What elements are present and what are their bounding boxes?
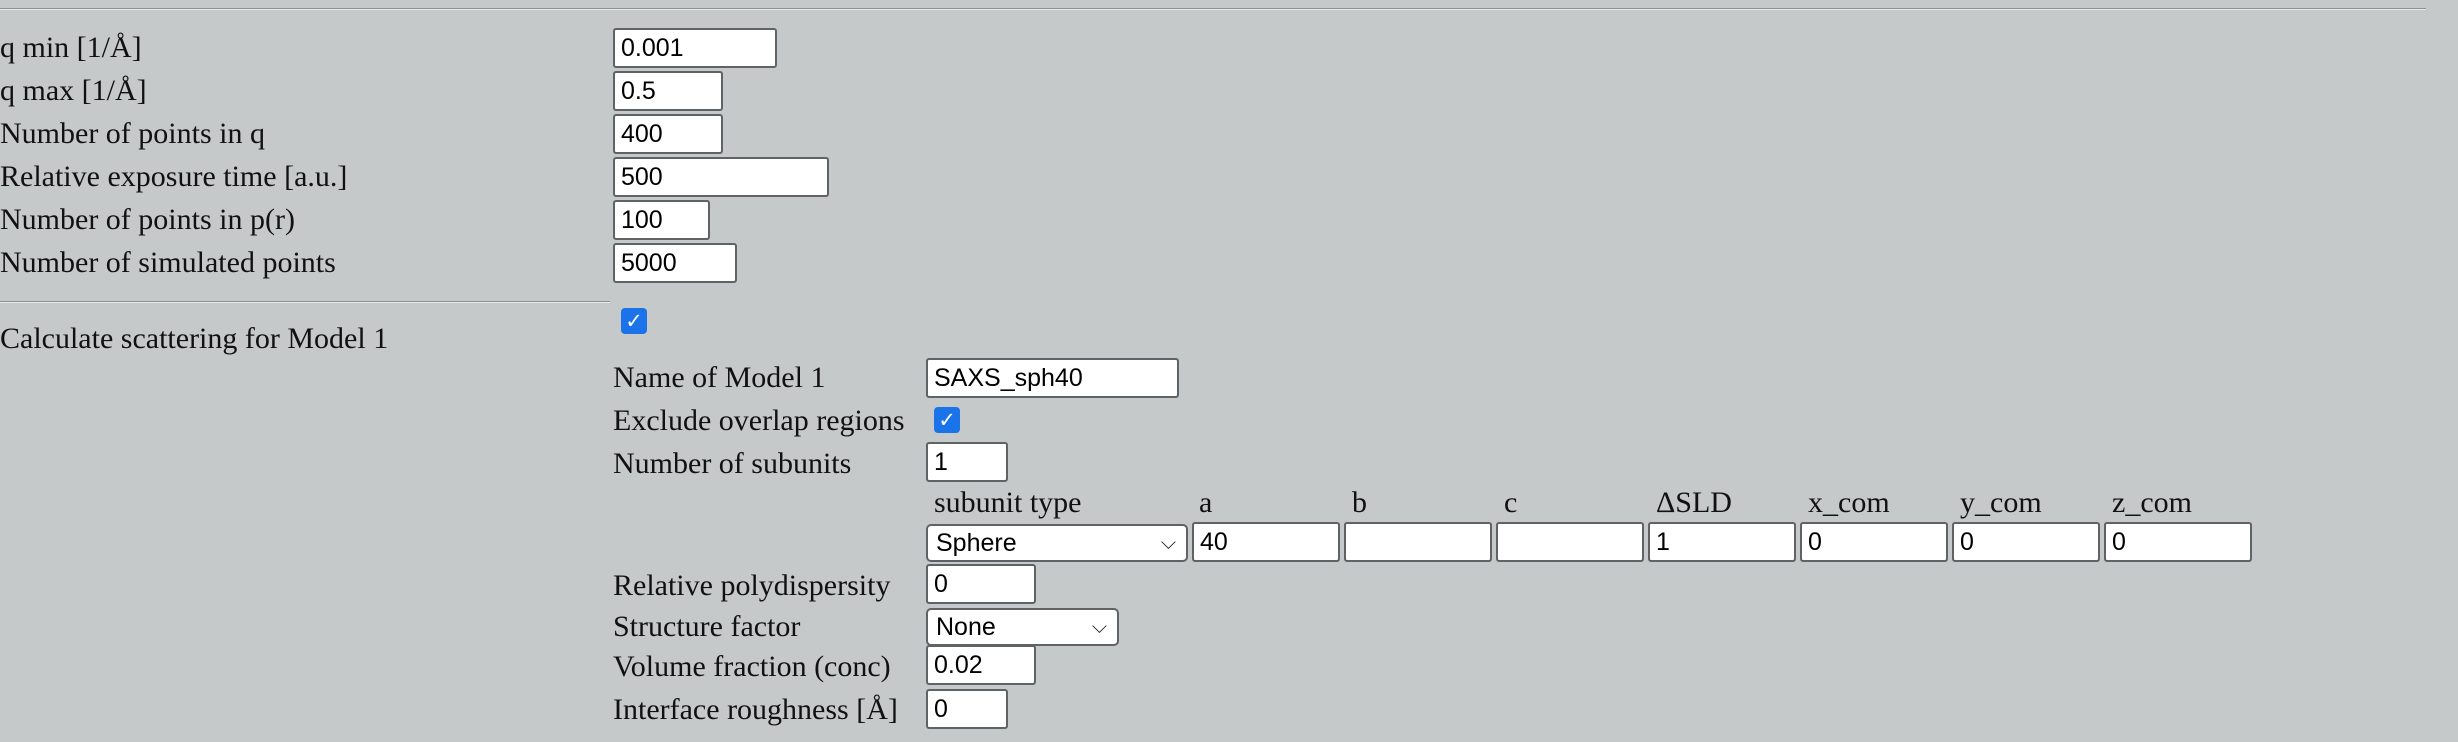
exclude-overlap-checkbox[interactable]: ✓ [934,407,960,433]
checkmark-icon: ✓ [625,309,643,333]
nsim-label: Number of simulated points [0,246,336,279]
exposure-input[interactable]: 500 [613,157,829,197]
interface-roughness-label: Interface roughness [Å] [613,693,898,726]
volume-fraction-input[interactable]: 0.02 [926,645,1036,685]
col-header-c: c [1504,486,1518,519]
checkmark-icon: ✓ [938,408,956,432]
qmax-input[interactable]: 0.5 [613,71,723,111]
structure-factor-label: Structure factor [613,610,801,643]
model-name-label: Name of Model 1 [613,361,826,394]
qmax-label: q max [1/Å] [0,74,147,107]
npr-input[interactable]: 100 [613,200,710,240]
chevron-down-icon: ⌵ [1091,616,1107,638]
subunit-type-select[interactable]: Sphere ⌵ [926,524,1188,562]
structure-factor-value: None [936,613,996,641]
exclude-overlap-label: Exclude overlap regions [613,404,905,437]
col-header-z-com: z_com [2112,486,2192,519]
npr-label: Number of points in p(r) [0,203,295,236]
volume-fraction-label: Volume fraction (conc) [613,650,891,683]
nsub-label: Number of subunits [613,447,852,480]
polydispersity-input[interactable]: 0 [926,564,1036,604]
subunit-dsld-input[interactable]: 1 [1648,522,1796,562]
subunit-c-input[interactable] [1496,522,1644,562]
nsub-input[interactable]: 1 [926,442,1008,482]
subunit-b-input[interactable] [1344,522,1492,562]
subunit-y-com-input[interactable]: 0 [1952,522,2100,562]
structure-factor-select[interactable]: None ⌵ [926,608,1119,646]
calc-model-label: Calculate scattering for Model 1 [0,322,389,355]
calc-model-checkbox[interactable]: ✓ [621,308,647,334]
qmin-label: q min [1/Å] [0,31,142,64]
col-header-y-com: y_com [1960,486,2042,519]
qmin-input[interactable]: 0.001 [613,28,777,68]
subunit-a-input[interactable]: 40 [1192,522,1340,562]
chevron-down-icon: ⌵ [1160,532,1176,554]
subunit-x-com-input[interactable]: 0 [1800,522,1948,562]
col-header-dsld: ΔSLD [1656,486,1732,519]
subunit-type-value: Sphere [936,529,1017,557]
col-header-b: b [1352,486,1367,519]
col-header-a: a [1199,486,1213,519]
nsim-input[interactable]: 5000 [613,243,737,283]
section-divider [0,301,610,303]
nq-input[interactable]: 400 [613,114,723,154]
col-header-subunit-type: subunit type [934,486,1082,519]
col-header-x-com: x_com [1808,486,1890,519]
polydispersity-label: Relative polydispersity [613,569,891,602]
exposure-label: Relative exposure time [a.u.] [0,160,348,193]
nq-label: Number of points in q [0,117,265,150]
subunit-z-com-input[interactable]: 0 [2104,522,2252,562]
model-name-input[interactable]: SAXS_sph40 [926,358,1179,398]
interface-roughness-input[interactable]: 0 [926,689,1008,729]
top-divider [0,8,2426,10]
